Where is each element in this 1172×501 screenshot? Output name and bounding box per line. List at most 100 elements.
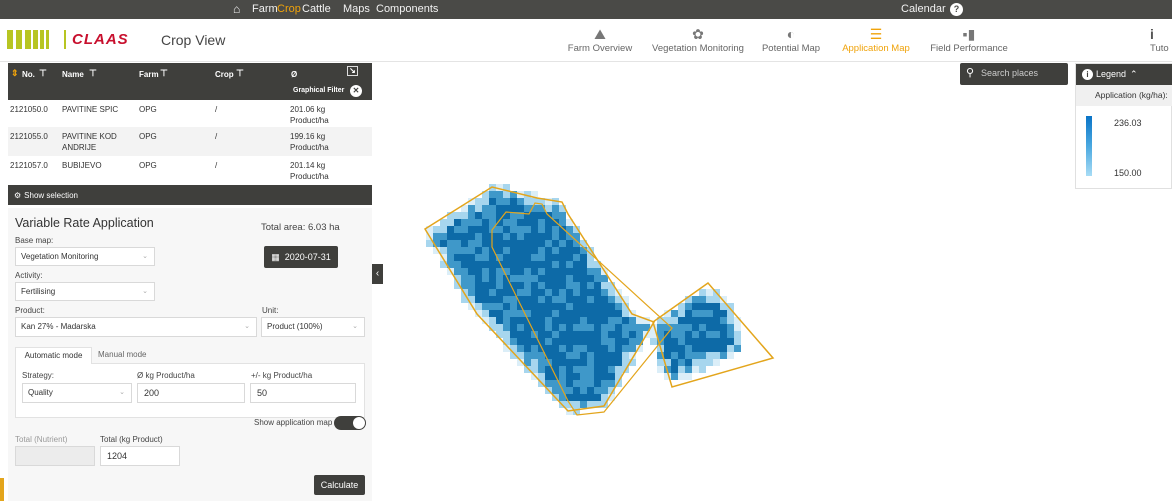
field-heatmap[interactable] [372,62,1172,501]
heatmap-cell [587,345,594,352]
heatmap-cell [727,345,734,352]
table-row[interactable]: 2121055.0 PAVITINE KOD ANDRIJE OPG / 199… [8,127,372,157]
heatmap-cell [734,345,741,352]
heatmap-cell [510,205,517,212]
heatmap-cell [713,296,720,303]
heatmap-cell [573,303,580,310]
filter-icon[interactable]: ⊤ [160,68,168,79]
table-row[interactable]: 2121057.0 BUBIJEVO OPG / 201.14 kg Produ… [8,156,372,186]
heatmap-cell [594,303,601,310]
filter-icon[interactable]: ⊤ [236,68,244,79]
heatmap-cell [566,359,573,366]
col-average[interactable]: Ø [291,70,297,79]
col-name[interactable]: Name [62,70,84,79]
heatmap-cell [517,198,524,205]
heatmap-cell [517,324,524,331]
nav-components[interactable]: Components [376,3,438,15]
heatmap-cell [685,331,692,338]
heatmap-cell [475,233,482,240]
filter-icon[interactable]: ⊤ [89,68,97,79]
heatmap-cell [615,366,622,373]
search-places-box[interactable]: ⚲ Search places [960,63,1068,85]
heatmap-cell [503,233,510,240]
tab-farm-overview[interactable]: ⛰ Farm Overview [563,27,637,57]
col-no[interactable]: No. [22,70,35,79]
help-icon[interactable]: ? [950,3,963,16]
heatmap-cell [706,289,713,296]
total-nutrient-label: Total (Nutrient) [15,435,68,444]
average-rate-input[interactable]: 200 [137,383,245,403]
show-application-map-toggle[interactable] [334,416,366,430]
tab-manual-mode[interactable]: Manual mode [98,347,158,364]
table-row[interactable]: 2121050.0 PAVITINE SPIC OPG / 201.06 kg … [8,100,372,130]
home-icon[interactable]: ⌂ [233,2,240,16]
close-filter-icon[interactable]: ✕ [350,85,362,97]
cell-name: PAVITINE KOD [62,132,117,141]
heatmap-cell [706,324,713,331]
heatmap-cell [720,331,727,338]
tab-potential-map[interactable]: ◐ Potential Map [760,27,822,57]
heatmap-cell [566,373,573,380]
heatmap-cell [440,247,447,254]
heatmap-cell [713,331,720,338]
heatmap-cell [699,366,706,373]
heatmap-cell [587,282,594,289]
calendar-link[interactable]: Calendar [901,3,946,15]
heatmap-cell [475,198,482,205]
page-title: Crop View [161,32,226,48]
calculate-button[interactable]: Calculate [314,475,365,495]
tab-label: Manual mode [98,350,147,359]
heatmap-cell [573,254,580,261]
heatmap-cell [678,310,685,317]
heatmap-cell [545,373,552,380]
search-input[interactable]: Search places [981,68,1038,78]
product-select[interactable]: Kan 27% - Madarska ⌄ [15,317,257,337]
graphical-filter-icon[interactable]: ↘ [347,66,358,76]
activity-select[interactable]: Fertilising ⌄ [15,282,155,301]
heatmap-cell [482,275,489,282]
heatmap-cell [580,338,587,345]
tab-tutorial[interactable]: i Tuto [1150,27,1172,57]
heatmap-cell [559,317,566,324]
heatmap-cell [524,233,531,240]
rate-range-input[interactable]: 50 [250,383,356,403]
map-canvas[interactable] [372,62,1172,501]
show-selection-button[interactable]: ⚙ Show selection [8,185,372,205]
tab-application-map[interactable]: ☰ Application Map [840,27,912,57]
filter-icon[interactable]: ⊤ [39,68,47,79]
strategy-select[interactable]: Quality ⌄ [22,383,132,403]
legend-header[interactable]: i Legend ⌃ [1076,64,1172,85]
collapse-panel-button[interactable]: ‹ [372,264,383,284]
heatmap-cell [699,338,706,345]
heatmap-cell [559,352,566,359]
heatmap-cell [601,289,608,296]
heatmap-cell [678,317,685,324]
nav-maps[interactable]: Maps [343,3,370,15]
sort-icon[interactable]: ⇕ [11,68,19,79]
heatmap-cell [566,247,573,254]
col-farm[interactable]: Farm [139,70,159,79]
base-map-select[interactable]: Vegetation Monitoring ⌄ [15,247,155,266]
heatmap-cell [587,366,594,373]
heatmap-cell [552,247,559,254]
heatmap-cell [531,275,538,282]
heatmap-cell [587,289,594,296]
tab-field-performance[interactable]: ▪▮ Field Performance [928,27,1010,57]
heatmap-cell [447,219,454,226]
date-value: 2020-07-31 [284,252,331,262]
heatmap-cell [580,296,587,303]
cell-crop: / [215,105,218,114]
col-crop[interactable]: Crop [215,70,234,79]
heatmap-cell [713,338,720,345]
map-legend: i Legend ⌃ Application (kg/ha): 236.03 150… [1075,63,1172,189]
heatmap-cell [559,226,566,233]
nav-cattle[interactable]: Cattle [302,3,331,15]
date-picker-button[interactable]: ▦ 2020-07-31 [264,246,338,268]
heatmap-cell [573,275,580,282]
heatmap-cell [573,268,580,275]
tab-automatic-mode[interactable]: Automatic mode [15,347,92,364]
nav-farm[interactable]: Farm [252,3,278,15]
nav-crop[interactable]: Crop [277,3,301,15]
unit-select[interactable]: Product (100%) ⌄ [261,317,365,337]
tab-vegetation-monitoring[interactable]: ✿ Vegetation Monitoring [648,27,748,57]
